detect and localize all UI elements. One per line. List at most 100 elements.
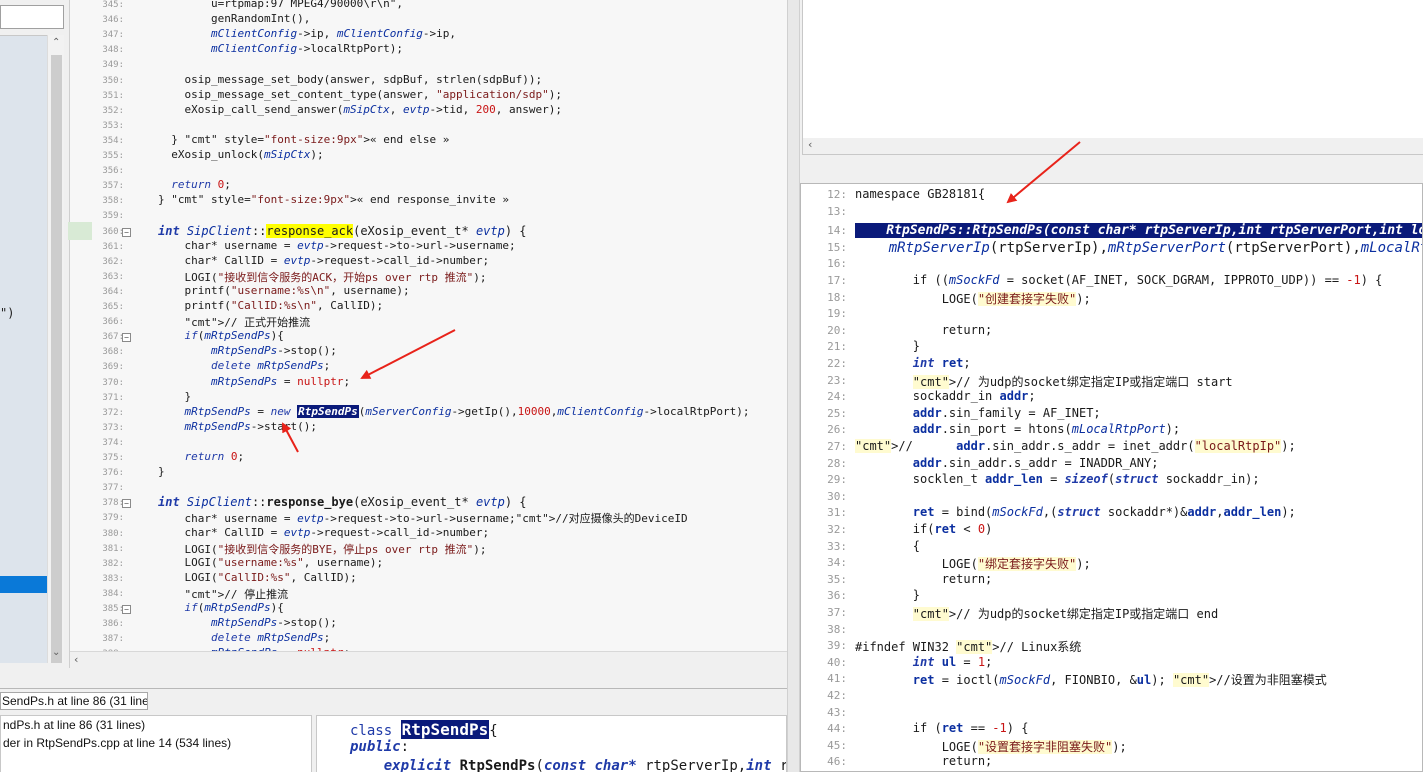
preview-line: public: (350, 739, 410, 755)
code-line: char* CallID = evtp->request->call_id->n… (158, 525, 490, 539)
line-number: 361: (102, 241, 124, 252)
code-line: } (158, 465, 165, 479)
list-item[interactable]: ndPs.h at line 86 (31 lines) (3, 718, 145, 732)
line-number: 365: (102, 302, 124, 312)
line-number: 16: (827, 257, 847, 271)
code-line: LOGI("接收到信令服务的BYE，停止ps over rtp 推流"); (158, 542, 487, 556)
line-number: 370: (102, 377, 124, 388)
fold-toggle-icon[interactable]: − (122, 333, 131, 343)
code-line: return; (855, 754, 993, 769)
line-number: 26: (827, 423, 847, 437)
fold-toggle-icon[interactable]: − (122, 227, 131, 237)
right-top-pane[interactable]: ‹ (802, 0, 1423, 155)
line-number: 380: (102, 528, 124, 539)
pane-splitter[interactable] (787, 0, 800, 772)
scroll-down-icon[interactable]: ⌄ (52, 647, 60, 658)
code-line: char* CallID = evtp->request->call_id->n… (158, 253, 490, 267)
code-line: mRtpSendPs = new RtpSendPs(mServerConfig… (184, 404, 750, 418)
code-line: LOGI("username:%s", username); (158, 555, 384, 569)
right-code-editor[interactable]: 12: namespace GB28181{13: 14: RtpSendPs::R… (800, 183, 1423, 772)
right-top-scrollbar[interactable]: ‹ (803, 138, 1423, 154)
line-number: 13: (827, 204, 847, 218)
sidebar-scroll-thumb[interactable] (51, 55, 62, 663)
line-number: 385: (102, 604, 124, 614)
line-number: 350: (102, 75, 124, 86)
code-line: return 0; (184, 450, 245, 463)
code-line: LOGE("设置套接字非阻塞失败"); (855, 739, 1127, 754)
line-number: 45: (827, 738, 847, 752)
line-number: 387: (102, 634, 124, 645)
code-line: "cmt">// 正式开始推流 (184, 316, 311, 330)
code-line: if(mRtpSendPs){ (184, 601, 284, 614)
line-number: 375: (102, 453, 124, 463)
line-number: 23: (827, 373, 847, 387)
code-line: } (855, 339, 921, 354)
fold-toggle-icon[interactable]: − (122, 499, 131, 509)
code-line: } "cmt" style="font-size:9px">« end resp… (158, 193, 510, 207)
line-number: 371: (102, 392, 124, 403)
code-line: socklen_t addr_len = sizeof(struct socka… (855, 472, 1260, 487)
line-number: 17: (827, 274, 847, 287)
code-line: "cmt">// addr.sin_addr.s_addr = inet_add… (855, 439, 1296, 453)
context-preview: class RtpSendPs{ public: explicit RtpSen… (316, 715, 787, 772)
code-line: int SipClient::response_bye(eXosip_event… (158, 495, 527, 510)
line-number: 379: (102, 513, 124, 524)
code-line: LOGI("接收到信令服务的ACK，开始ps over rtp 推流"); (158, 270, 487, 284)
line-number: 360: (102, 226, 124, 237)
line-number: 374: (102, 437, 124, 448)
main-code-editor[interactable]: 345: u=rtpmap:97 MPEG4/90000\r\n", 346: g… (70, 0, 787, 668)
line-number: 376: (102, 468, 124, 479)
code-line: printf("username:%s\n", username); (158, 283, 410, 297)
line-number: 354: (102, 135, 124, 146)
code-line: LOGI("CallID:%s", CallID); (158, 570, 357, 584)
scroll-left-icon[interactable]: ‹ (808, 138, 812, 151)
code-line: RtpSendPs::RtpSendPs(const char* rtpServ… (855, 223, 1422, 239)
scroll-left-icon[interactable]: ‹ (74, 653, 78, 666)
scroll-up-icon[interactable]: ⌃ (52, 37, 60, 48)
fold-toggle-icon[interactable]: − (122, 605, 131, 614)
code-line: char* username = evtp->request->to->url-… (158, 512, 688, 526)
line-number: 373: (102, 422, 124, 433)
line-number: 44: (827, 722, 847, 736)
line-number: 33: (827, 539, 847, 553)
code-line: int ret; (912, 356, 971, 370)
sidebar-search-input[interactable] (0, 5, 64, 29)
code-line: sockaddr_in addr; (855, 389, 1036, 404)
results-list[interactable]: ndPs.h at line 86 (31 lines) der in RtpS… (0, 715, 312, 772)
line-number: 28: (827, 456, 847, 470)
line-number: 38: (827, 622, 847, 636)
sidebar-selected-item[interactable] (0, 576, 47, 593)
line-number: 358: (102, 196, 124, 207)
line-number: 22: (827, 357, 847, 370)
line-number: 381: (102, 543, 124, 554)
results-tab[interactable]: SendPs.h at line 86 (31 lines) (0, 692, 148, 710)
line-number: 345: (102, 0, 124, 10)
line-number: 21: (827, 340, 847, 354)
line-number: 35: (827, 572, 847, 586)
line-number: 359: (102, 211, 124, 222)
line-number: 351: (102, 90, 124, 101)
sidebar-symbol-list[interactable]: ") (0, 35, 47, 663)
symbol-sidebar: ") ⌃ ⌄ (0, 0, 70, 668)
list-item[interactable]: der in RtpSendPs.cpp at line 14 (534 lin… (3, 736, 231, 750)
code-line: mRtpServerIp(rtpServerIp),mRtpServerPort… (888, 239, 1423, 256)
line-number: 31: (827, 506, 847, 520)
code-line: mRtpSendPs->stop(); (210, 344, 337, 358)
line-number: 386: (102, 619, 124, 630)
line-number: 353: (102, 120, 124, 131)
line-number: 367: (102, 332, 124, 343)
line-number: 15: (827, 240, 847, 254)
line-number: 355: (102, 151, 124, 161)
sidebar-scrollbar[interactable]: ⌃ ⌄ (47, 35, 64, 663)
line-number: 363: (102, 271, 124, 282)
line-number: 39: (827, 639, 847, 653)
line-number: 42: (827, 689, 847, 702)
line-number: 369: (102, 362, 124, 373)
line-number: 352: (102, 105, 124, 116)
code-line: LOGE("绑定套接字失败"); (855, 557, 1091, 572)
line-number: 362: (102, 256, 124, 267)
line-number: 36: (827, 589, 847, 603)
code-line: osip_message_set_content_type(answer, "a… (158, 87, 562, 101)
main-horizontal-scrollbar[interactable]: ‹ (70, 651, 787, 668)
code-line: #ifndef WIN32 "cmt">// Linux系统 (855, 640, 1082, 655)
